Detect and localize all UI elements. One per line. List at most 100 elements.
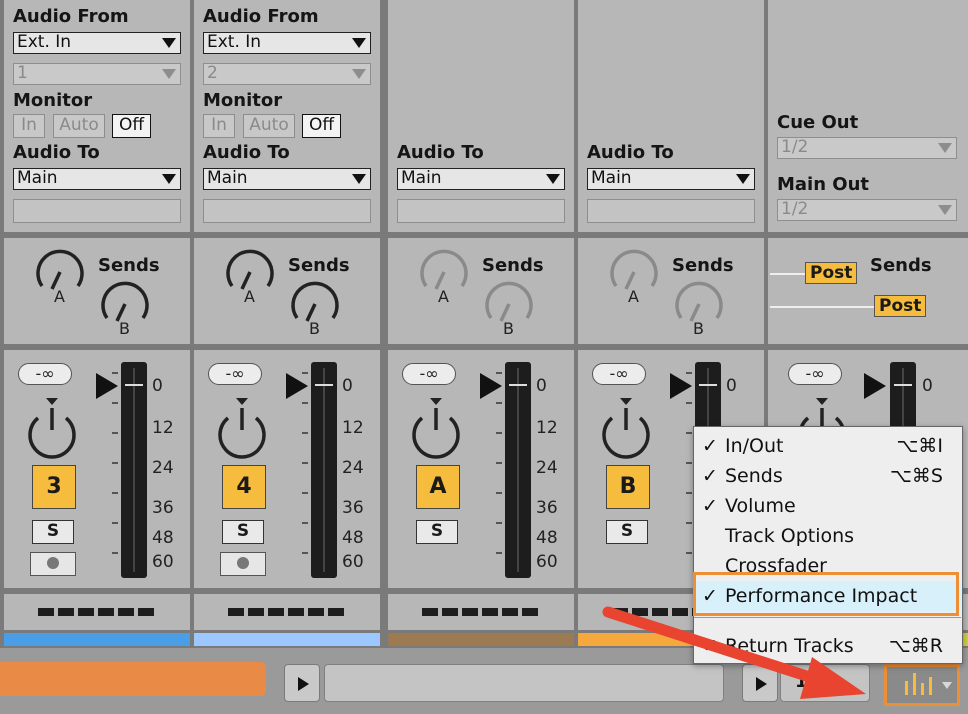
- meter-scale-24: 24: [152, 458, 174, 478]
- mixer-options-menu: ✓ In/Out ⌥⌘I ✓ Sends ⌥⌘S ✓ Volume Track Optio…: [693, 426, 963, 664]
- solo-button[interactable]: S: [606, 520, 648, 544]
- cue-out-dropdown[interactable]: 1/2: [777, 137, 957, 159]
- fader-ticks: [686, 362, 692, 578]
- pan-knob[interactable]: [408, 394, 464, 460]
- mixer-view-options-button[interactable]: [884, 664, 960, 706]
- monitor-off-button[interactable]: Off: [302, 114, 341, 138]
- volume-fader-handle[interactable]: [864, 373, 886, 399]
- track-activator-button[interactable]: 3: [32, 465, 76, 509]
- output-channel-box[interactable]: [587, 199, 755, 223]
- io-section: Audio From Ext. In 1 Monitor In Auto Off…: [4, 0, 190, 232]
- menu-item-return-tracks[interactable]: ✓ Return Tracks ⌥⌘R: [694, 631, 961, 661]
- monitor-in-button[interactable]: In: [13, 114, 45, 138]
- input-type-dropdown[interactable]: Ext. In: [203, 32, 371, 54]
- meter-scale-0: 0: [726, 376, 737, 396]
- meter-scale-36: 36: [152, 498, 174, 518]
- io-section: Audio To Main: [578, 0, 764, 232]
- level-meter: [311, 362, 337, 578]
- monitor-label: Monitor: [203, 90, 283, 111]
- track-activator-button[interactable]: A: [416, 465, 460, 509]
- menu-item-label: Track Options: [725, 525, 855, 547]
- menu-item-sends[interactable]: ✓ Sends ⌥⌘S: [694, 461, 961, 491]
- fader-ticks: [302, 362, 308, 578]
- arm-button[interactable]: [220, 552, 266, 576]
- audio-to-label: Audio To: [397, 142, 484, 163]
- overview-bar[interactable]: [0, 662, 266, 696]
- sends-label: Sends: [870, 255, 932, 276]
- post-a-button[interactable]: Post: [805, 262, 858, 284]
- menu-item-volume[interactable]: ✓ Volume: [694, 491, 961, 521]
- pan-knob[interactable]: [598, 394, 654, 460]
- audio-to-dropdown[interactable]: Main: [203, 168, 371, 190]
- monitor-auto-button[interactable]: Auto: [243, 114, 295, 138]
- position-readout: 1-1: [795, 671, 828, 692]
- send-a-label: A: [244, 287, 255, 306]
- audio-to-dropdown[interactable]: Main: [13, 168, 181, 190]
- track-activator-button[interactable]: B: [606, 465, 650, 509]
- timeline-slot[interactable]: [324, 664, 724, 702]
- record-icon: [47, 557, 59, 569]
- send-b-knob[interactable]: B: [287, 276, 343, 338]
- solo-button[interactable]: S: [32, 520, 74, 544]
- track-column-1: Audio From Ext. In 1 Monitor In Auto Off…: [4, 0, 190, 648]
- play-button-2[interactable]: [742, 664, 778, 702]
- input-type-dropdown[interactable]: Ext. In: [13, 32, 181, 54]
- monitor-auto-button[interactable]: Auto: [53, 114, 105, 138]
- input-channel-dropdown[interactable]: 1: [13, 63, 181, 85]
- peak-level-display[interactable]: -∞: [18, 363, 72, 385]
- send-a-knob[interactable]: A: [222, 244, 278, 306]
- output-channel-box[interactable]: [13, 199, 181, 223]
- send-b-label: B: [309, 319, 320, 338]
- audio-to-value: Main: [207, 168, 248, 188]
- performance-impact-section: [194, 594, 380, 630]
- output-channel-box[interactable]: [203, 199, 371, 223]
- pan-knob[interactable]: [214, 394, 270, 460]
- meter-scale-36: 36: [342, 498, 364, 518]
- menu-separator: [694, 617, 961, 618]
- solo-button[interactable]: S: [222, 520, 264, 544]
- arm-button[interactable]: [30, 552, 76, 576]
- position-readout-box[interactable]: 1-1: [780, 664, 870, 702]
- performance-meter: [38, 608, 158, 616]
- performance-impact-section: [388, 594, 574, 630]
- chevron-down-icon: [736, 174, 750, 184]
- meter-scale-0: 0: [152, 376, 163, 396]
- cue-out-value: 1/2: [781, 137, 809, 157]
- meter-scale-12: 12: [152, 418, 174, 438]
- meter-scale-48: 48: [536, 528, 558, 548]
- send-a-knob[interactable]: A: [416, 244, 472, 306]
- send-a-knob[interactable]: A: [606, 244, 662, 306]
- send-b-knob[interactable]: B: [671, 276, 727, 338]
- sends-section: Sends A B: [388, 238, 574, 344]
- peak-level-display[interactable]: -∞: [788, 363, 842, 385]
- menu-item-in-out[interactable]: ✓ In/Out ⌥⌘I: [694, 431, 961, 461]
- monitor-off-button[interactable]: Off: [112, 114, 151, 138]
- track-activator-button[interactable]: 4: [222, 465, 266, 509]
- chevron-down-icon: [352, 38, 366, 48]
- audio-to-dropdown[interactable]: Main: [587, 168, 755, 190]
- output-channel-box[interactable]: [397, 199, 565, 223]
- sends-label: Sends: [482, 255, 544, 276]
- monitor-in-button[interactable]: In: [203, 114, 235, 138]
- highlight-outline: [693, 572, 959, 616]
- sends-section: Sends A B: [194, 238, 380, 344]
- menu-item-track-options[interactable]: Track Options: [694, 521, 961, 551]
- peak-level-display[interactable]: -∞: [208, 363, 262, 385]
- solo-button[interactable]: S: [416, 520, 458, 544]
- send-a-knob[interactable]: A: [32, 244, 88, 306]
- play-button[interactable]: [284, 664, 320, 702]
- send-b-knob[interactable]: B: [97, 276, 153, 338]
- chevron-down-icon: [162, 174, 176, 184]
- main-out-dropdown[interactable]: 1/2: [777, 199, 957, 221]
- peak-level-display[interactable]: -∞: [592, 363, 646, 385]
- pan-knob[interactable]: [24, 394, 80, 460]
- io-section: Audio To Main: [388, 0, 574, 232]
- audio-to-dropdown[interactable]: Main: [397, 168, 565, 190]
- send-b-knob[interactable]: B: [481, 276, 537, 338]
- input-type-value: Ext. In: [17, 32, 72, 52]
- post-b-button[interactable]: Post: [874, 295, 927, 317]
- input-channel-dropdown[interactable]: 2: [203, 63, 371, 85]
- audio-to-value: Main: [591, 168, 632, 188]
- peak-level-display[interactable]: -∞: [402, 363, 456, 385]
- audio-to-value: Main: [17, 168, 58, 188]
